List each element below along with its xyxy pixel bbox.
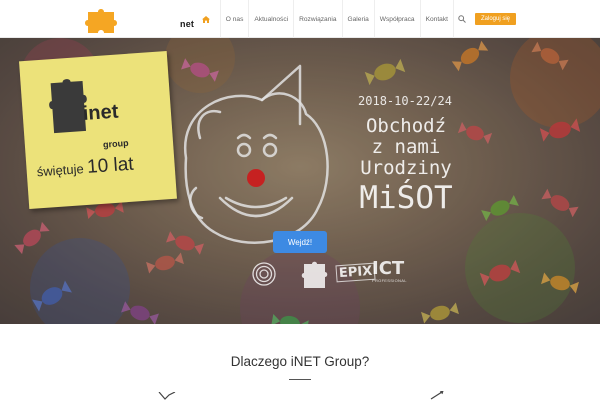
nav-item-aktualnosci[interactable]: Aktualności (248, 0, 293, 38)
partner-ict-sub: PROFESSIONAL (372, 278, 407, 283)
section-divider (289, 379, 311, 380)
nav-item-o-nas[interactable]: O nas (219, 0, 249, 38)
note-celebrates-line: świętuje 10 lat (36, 154, 134, 183)
hero-headline: Obchodź z nami Urodziny MiŚOT (318, 115, 494, 217)
puzzle-logo-icon (85, 9, 117, 33)
event-date: 2018-10-22/24 (358, 94, 452, 108)
nav-item-rozwiazania[interactable]: Rozwiązania (293, 0, 341, 38)
nav-item-kontakt[interactable]: Kontakt (419, 0, 453, 38)
hero-slider: inet group świętuje 10 lat 2018-10-22/24… (0, 38, 600, 324)
nav-home[interactable] (197, 0, 215, 38)
note-celebrates: świętuje (36, 161, 85, 180)
note-group: group (102, 137, 129, 150)
headline-line-3: Urodziny (360, 157, 452, 179)
site-header: net O nas Aktualności Rozwiązania Galeri… (0, 0, 600, 38)
search-icon (458, 15, 467, 23)
nav-item-wspolpraca[interactable]: Współpraca (373, 0, 420, 38)
headline-big: MiŚOT (359, 180, 453, 216)
partner-ict: ICT (372, 258, 405, 279)
anniversary-sticky-note: inet group świętuje 10 lat (19, 51, 177, 209)
note-brand: inet (82, 100, 120, 125)
feature-pen-icon (430, 391, 444, 400)
partner-epix: EPIX (335, 262, 376, 283)
section-title: Dlaczego iNET Group? (230, 354, 370, 369)
enter-button[interactable]: Wejdź! (273, 231, 327, 253)
home-icon (201, 15, 210, 23)
site-logo[interactable]: net (84, 6, 194, 34)
partner-swirl-logo-icon (252, 262, 276, 286)
headline-line-1: Obchodź (365, 115, 447, 137)
page: net O nas Aktualności Rozwiązania Galeri… (0, 0, 600, 400)
partner-inet-puzzle-icon (301, 261, 328, 288)
login-button[interactable]: Zaloguj się (474, 13, 516, 25)
feature-check-icon (158, 392, 176, 400)
main-nav: O nas Aktualności Rozwiązania Galeria Ws… (197, 0, 516, 38)
headline-line-2: z nami (371, 136, 441, 158)
note-years: 10 lat (86, 153, 135, 178)
nav-item-galeria[interactable]: Galeria (341, 0, 374, 38)
nav-search[interactable] (452, 0, 471, 38)
logo-text: net (180, 19, 195, 29)
